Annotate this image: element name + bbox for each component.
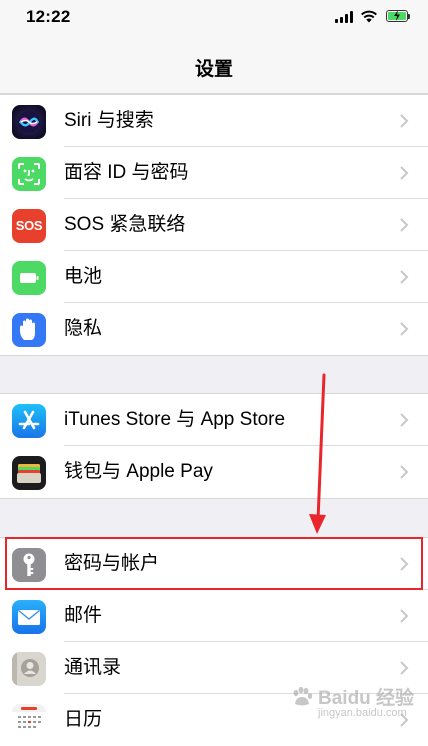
settings-row-label: 日历 <box>64 709 103 730</box>
privacy-hand-icon <box>12 313 46 347</box>
settings-row-label: iTunes Store 与 App Store <box>64 409 286 430</box>
settings-row-label: SOS 紧急联络 <box>64 214 186 235</box>
settings-row-siri[interactable]: Siri 与搜索 <box>0 95 428 147</box>
cellular-signal-icon <box>335 11 355 23</box>
chevron-right-icon <box>400 465 409 479</box>
settings-group-2: iTunes Store 与 App Store 钱包与 Apple Pay <box>0 393 428 499</box>
chevron-right-icon <box>400 114 409 128</box>
settings-row-label: 隐私 <box>64 318 103 339</box>
chevron-right-icon <box>400 661 409 675</box>
status-time: 12:22 <box>26 7 71 26</box>
chevron-right-icon <box>400 609 409 623</box>
battery-icon <box>12 261 46 295</box>
settings-row-label: 钱包与 Apple Pay <box>64 461 213 482</box>
sos-icon: SOS <box>12 209 46 243</box>
status-bar: 12:22 <box>0 0 428 34</box>
page-title: 设置 <box>194 59 233 80</box>
watermark-sub: jingyan.baidu.com <box>318 707 407 719</box>
mail-icon <box>12 600 46 634</box>
settings-row-app-store[interactable]: iTunes Store 与 App Store <box>0 394 428 446</box>
chevron-right-icon <box>400 322 409 336</box>
settings-row-sos[interactable]: SOS SOS 紧急联络 <box>0 199 428 251</box>
settings-row-battery[interactable]: 电池 <box>0 251 428 303</box>
battery-status-icon <box>386 10 408 22</box>
settings-row-label: 邮件 <box>64 605 103 626</box>
settings-row-label: 电池 <box>64 266 103 287</box>
settings-row-wallet[interactable]: 钱包与 Apple Pay <box>0 446 428 498</box>
highlight-box <box>5 537 423 590</box>
chevron-right-icon <box>400 166 409 180</box>
app-store-icon <box>12 404 46 438</box>
settings-row-label: Siri 与搜索 <box>64 110 154 131</box>
settings-row-label: 面容 ID 与密码 <box>64 162 189 183</box>
chevron-right-icon <box>400 413 409 427</box>
calendar-icon <box>12 704 46 738</box>
watermark-main: Baidu 经验 <box>318 688 415 709</box>
battery-tip <box>408 14 410 19</box>
baidu-watermark: Baidu 经验 jingyan.baidu.com <box>290 677 422 729</box>
face-id-icon <box>12 157 46 191</box>
wallet-icon <box>12 456 46 490</box>
settings-row-label: 通讯录 <box>64 657 122 678</box>
paw-logo-icon <box>293 686 313 706</box>
siri-icon <box>12 105 46 139</box>
navigation-bar: 设置 <box>0 34 428 94</box>
contacts-icon <box>12 652 46 686</box>
settings-group-1: Siri 与搜索 面容 ID 与密码 SOS SOS 紧急联络 电池 隐私 <box>0 94 428 356</box>
settings-row-face-id[interactable]: 面容 ID 与密码 <box>0 147 428 199</box>
settings-row-privacy[interactable]: 隐私 <box>0 303 428 355</box>
sos-icon-text: SOS <box>15 218 43 233</box>
wifi-icon <box>360 10 378 23</box>
chevron-right-icon <box>400 270 409 284</box>
chevron-right-icon <box>400 218 409 232</box>
settings-row-mail[interactable]: 邮件 <box>0 590 428 642</box>
